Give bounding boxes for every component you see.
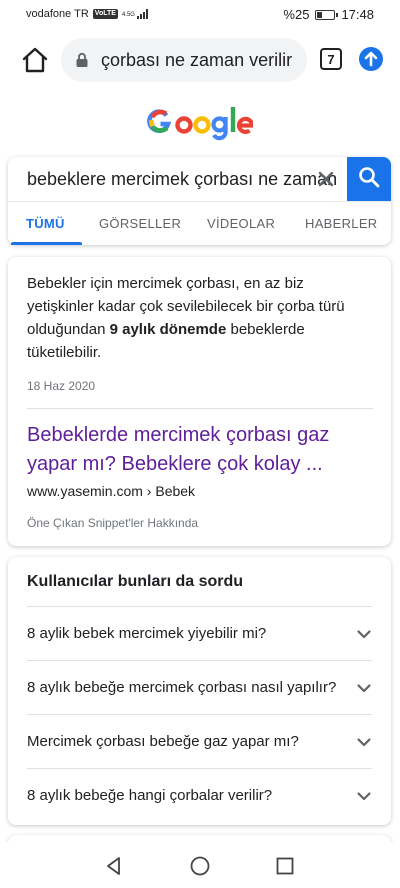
system-nav-bar bbox=[0, 842, 400, 888]
recent-apps-icon[interactable] bbox=[276, 857, 294, 875]
home-icon[interactable] bbox=[19, 44, 51, 76]
home-circle-icon[interactable] bbox=[190, 856, 210, 876]
people-also-ask: Kullanıcılar bunları da sordu 8 aylik be… bbox=[8, 557, 391, 825]
paa-question-row[interactable]: 8 aylık bebeğe hangi çorbalar verilir? bbox=[8, 768, 391, 822]
close-icon[interactable] bbox=[314, 167, 338, 191]
paa-question-row[interactable]: 8 aylik bebek mercimek yiyebilir mi? bbox=[8, 606, 391, 660]
chevron-down-icon bbox=[356, 626, 372, 642]
update-icon[interactable] bbox=[358, 46, 384, 72]
network-indicator: 4.5G bbox=[122, 9, 148, 19]
status-left: vodafone TR VoLTE 4.5G bbox=[26, 8, 148, 20]
search-button[interactable] bbox=[347, 157, 391, 201]
featured-snippet: Bebekler için mercimek çorbası, en az bi… bbox=[8, 257, 391, 546]
url-text: çorbası ne zaman verilir bbox=[101, 49, 293, 70]
search-tabs: TÜMÜ GÖRSELLER VİDEOLAR HABERLER bbox=[8, 201, 391, 245]
volte-badge: VoLTE bbox=[92, 9, 118, 19]
tabs-icon[interactable]: 7 bbox=[320, 48, 342, 70]
browser-toolbar: çorbası ne zaman verilir 7 bbox=[0, 30, 400, 88]
carrier-name: vodafone TR bbox=[26, 8, 89, 20]
battery-icon bbox=[315, 9, 339, 20]
status-right: %25 17:48 bbox=[283, 7, 374, 22]
signal-icon bbox=[136, 9, 148, 19]
snippet-text: Bebekler için mercimek çorbası, en az bi… bbox=[27, 272, 372, 364]
snippet-highlight: 9 aylık dönemde bbox=[109, 321, 227, 338]
status-bar: vodafone TR VoLTE 4.5G %25 17:48 bbox=[0, 0, 400, 28]
tab-all[interactable]: TÜMÜ bbox=[26, 216, 65, 231]
chevron-down-icon bbox=[356, 788, 372, 804]
paa-question-row[interactable]: 8 aylık bebeğe mercimek çorbası nasıl ya… bbox=[8, 660, 391, 714]
paa-question: 8 aylık bebeğe hangi çorbalar verilir? bbox=[27, 787, 273, 804]
result-url[interactable]: www.yasemin.com › Bebek bbox=[27, 483, 195, 499]
google-logo[interactable] bbox=[147, 103, 255, 141]
chevron-down-icon bbox=[356, 734, 372, 750]
result-title-link[interactable]: Bebeklerde mercimek çorbası gaz yapar mı… bbox=[27, 421, 377, 479]
lock-icon bbox=[75, 52, 89, 68]
paa-title: Kullanıcılar bunları da sordu bbox=[27, 573, 244, 590]
snippet-date: 18 Haz 2020 bbox=[27, 379, 96, 393]
battery-percent: %25 bbox=[283, 7, 310, 22]
paa-question: 8 aylik bebek mercimek yiyebilir mi? bbox=[27, 625, 267, 642]
clock: 17:48 bbox=[341, 7, 374, 22]
back-icon[interactable] bbox=[104, 856, 124, 876]
search-input[interactable] bbox=[8, 157, 348, 201]
paa-question: 8 aylık bebeğe mercimek çorbası nasıl ya… bbox=[27, 679, 337, 696]
paa-question-row[interactable]: Mercimek çorbası bebeğe gaz yapar mı? bbox=[8, 714, 391, 768]
about-snippets-link[interactable]: Öne Çıkan Snippet'ler Hakkında bbox=[27, 516, 198, 530]
search-card: TÜMÜ GÖRSELLER VİDEOLAR HABERLER bbox=[8, 157, 391, 245]
tab-images[interactable]: GÖRSELLER bbox=[99, 216, 181, 231]
active-tab-indicator bbox=[11, 242, 82, 245]
battery-fill bbox=[317, 11, 322, 18]
chevron-down-icon bbox=[356, 680, 372, 696]
divider bbox=[27, 408, 373, 409]
tab-videos[interactable]: VİDEOLAR bbox=[207, 216, 275, 231]
network-type: 4.5G bbox=[121, 12, 135, 18]
search-icon bbox=[358, 166, 380, 193]
paa-question: Mercimek çorbası bebeğe gaz yapar mı? bbox=[27, 733, 299, 750]
divider bbox=[27, 510, 373, 511]
tab-news[interactable]: HABERLER bbox=[305, 216, 377, 231]
address-bar[interactable]: çorbası ne zaman verilir bbox=[61, 38, 307, 82]
